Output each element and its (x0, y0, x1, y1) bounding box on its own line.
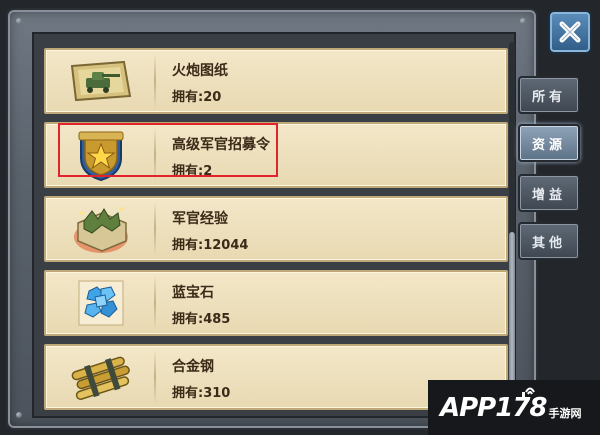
sapphire-icon (58, 276, 144, 330)
list-item[interactable]: 蓝宝石 拥有:485 (44, 270, 508, 336)
list-item[interactable]: 军官经验 拥有:12044 (44, 196, 508, 262)
rivet (16, 412, 22, 418)
item-name: 合金钢 (172, 359, 214, 375)
item-name: 蓝宝石 (172, 285, 214, 301)
alloy-steel-icon (58, 350, 144, 404)
item-owned-count: 拥有:20 (172, 90, 222, 105)
list-item[interactable]: 高级军官招募令 拥有:2 (44, 122, 508, 188)
tab-label: 资源 (531, 137, 566, 153)
signal-icon (522, 387, 535, 399)
close-icon (559, 21, 581, 43)
item-divider (154, 350, 156, 404)
item-owned-count: 拥有:485 (172, 312, 231, 327)
item-divider (154, 202, 156, 256)
officer-badge-icon (58, 128, 144, 182)
rivet (16, 18, 22, 24)
officer-experience-icon (58, 202, 144, 256)
close-button[interactable] (548, 10, 592, 54)
item-divider (154, 128, 156, 182)
tab-boost[interactable]: 增益 (518, 174, 580, 212)
list-item[interactable]: 火炮图纸 拥有:20 (44, 48, 508, 114)
tab-other[interactable]: 其他 (518, 222, 580, 260)
scrollbar-thumb[interactable] (509, 232, 515, 382)
tab-label: 所有 (531, 89, 566, 105)
item-list[interactable]: 火炮图纸 拥有:20 高级军官招募令 拥有:2 军官经验 拥有:12044 蓝宝… (32, 32, 516, 418)
tab-label: 增益 (531, 187, 566, 203)
item-divider (154, 276, 156, 330)
item-name: 火炮图纸 (172, 63, 228, 79)
tab-resources[interactable]: 资源 (518, 124, 580, 162)
rivet (520, 18, 526, 24)
item-divider (154, 54, 156, 108)
item-owned-count: 拥有:12044 (172, 238, 249, 253)
item-name: 高级军官招募令 (172, 137, 270, 153)
watermark: APP178 手游网 (428, 380, 600, 435)
item-name: 军官经验 (172, 211, 228, 227)
item-owned-count: 拥有:310 (172, 386, 231, 401)
cannon-blueprint-icon (58, 54, 144, 108)
tab-all[interactable]: 所有 (518, 76, 580, 114)
tab-label: 其他 (531, 235, 566, 251)
watermark-sub: 手游网 (548, 406, 582, 420)
item-owned-count: 拥有:2 (172, 164, 213, 179)
